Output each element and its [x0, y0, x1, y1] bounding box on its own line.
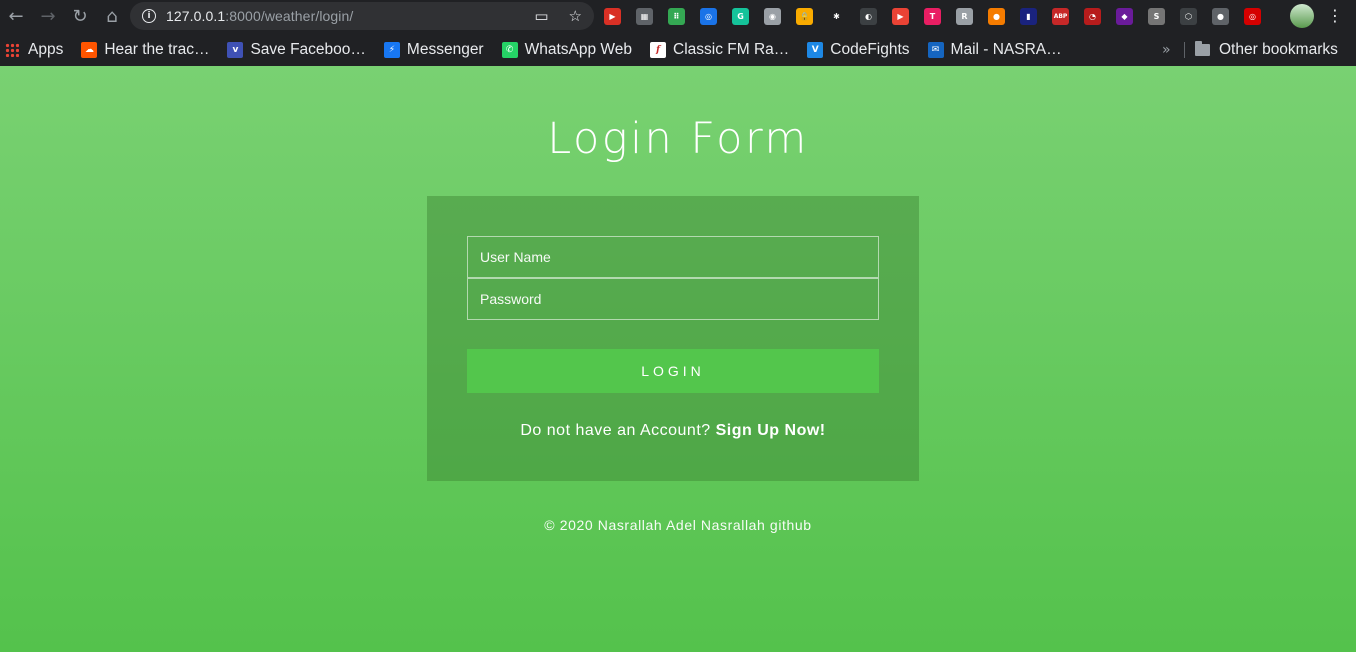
username-input[interactable] [467, 236, 879, 278]
home-button[interactable]: ⌂ [96, 2, 128, 32]
url-path: :8000/weather/login/ [225, 8, 354, 24]
page-content: Login Form LOGIN Do not have an Account?… [0, 66, 1356, 652]
whatsapp-icon: ✆ [501, 41, 518, 58]
page-title: Login Form [547, 114, 809, 164]
reload-button[interactable]: ↻ [64, 2, 96, 32]
browser-toolbar: ← → ↻ ⌂ i 127.0.0.1:8000/weather/login/ … [0, 0, 1356, 33]
password-input[interactable] [467, 278, 879, 320]
save-facebook-icon: v [227, 41, 244, 58]
ext-grammarly-icon[interactable]: G [732, 8, 749, 25]
bookmark-item[interactable]: ⚡ Messenger [383, 40, 484, 59]
browser-menu-icon[interactable]: ⋮ [1326, 5, 1344, 27]
ext-grey-puzzle-icon[interactable]: ▦ [636, 8, 653, 25]
url-text[interactable]: 127.0.0.1:8000/weather/login/ [166, 8, 353, 24]
ext-camera-icon[interactable]: ◉ [764, 8, 781, 25]
bookmark-label: Hear the trac… [104, 40, 210, 58]
bookmark-star-icon[interactable]: ☆ [569, 7, 582, 25]
back-button[interactable]: ← [0, 2, 32, 32]
codefights-icon: V [807, 41, 824, 58]
other-bookmarks-button[interactable]: Other bookmarks [1195, 33, 1338, 66]
reload-icon: ↻ [72, 6, 88, 27]
ext-contrast-icon[interactable]: ◐ [860, 8, 877, 25]
home-icon: ⌂ [106, 6, 118, 27]
ext-purple-icon[interactable]: ◆ [1116, 8, 1133, 25]
ext-s-icon[interactable]: S [1148, 8, 1165, 25]
ext-white-dot-icon[interactable]: ● [1212, 8, 1229, 25]
login-button[interactable]: LOGIN [467, 349, 879, 393]
bookmark-label: Messenger [406, 40, 484, 58]
ext-bars-icon[interactable]: ▮ [1020, 8, 1037, 25]
other-bookmarks-label: Other bookmarks [1219, 40, 1338, 58]
site-info-icon[interactable]: i [142, 9, 156, 23]
login-card: LOGIN Do not have an Account? Sign Up No… [427, 196, 919, 481]
ext-hex-icon[interactable]: ⬡ [1180, 8, 1197, 25]
apps-grid-icon [5, 42, 19, 57]
bookmark-label: WhatsApp Web [524, 40, 633, 58]
ext-green-dots-icon[interactable]: ⠿ [668, 8, 685, 25]
bookmark-item[interactable]: ✉ Mail - NASRA… [927, 40, 1062, 59]
bookmarks-bar: Apps ☁ Hear the trac… v Save Faceboo… ⚡ Messen… [0, 33, 1356, 66]
bookmark-label: Mail - NASRA… [950, 40, 1062, 58]
ext-pink-icon[interactable]: T [924, 8, 941, 25]
bookmarks-divider [1184, 42, 1185, 58]
bookmark-item[interactable]: v Save Faceboo… [227, 40, 366, 59]
extensions-bar: ▶ ▦ ⠿ ◎ G ◉ 🔒 ✱ ◐ ▶ T R ● ▮ ABP ◔ ◆ S ⬡ ● ◎ [604, 0, 1276, 33]
signup-link[interactable]: Sign Up Now! [716, 422, 826, 439]
bookmark-item[interactable]: ✆ WhatsApp Web [501, 40, 633, 59]
bookmark-item[interactable]: Apps [5, 41, 63, 59]
cast-icon[interactable]: ▭ [534, 7, 548, 25]
signup-prompt-text: Do not have an Account? [520, 422, 711, 439]
bookmark-item[interactable]: f Classic FM Ra… [650, 41, 789, 59]
ext-r-icon[interactable]: R [956, 8, 973, 25]
soundcloud-icon: ☁ [81, 41, 98, 58]
signup-prompt-line: Do not have an Account? Sign Up Now! [427, 422, 919, 440]
address-bar[interactable]: i 127.0.0.1:8000/weather/login/ ▭ ☆ [130, 2, 594, 30]
ext-lock-icon[interactable]: 🔒 [796, 8, 813, 25]
forward-button[interactable]: → [32, 2, 64, 32]
ext-compass-icon[interactable]: ◎ [700, 8, 717, 25]
ext-red-ring-icon[interactable]: ◎ [1244, 8, 1261, 25]
messenger-icon: ⚡ [383, 41, 400, 58]
ext-orange-icon[interactable]: ● [988, 8, 1005, 25]
folder-icon [1195, 40, 1210, 56]
bookmark-label: CodeFights [830, 40, 910, 58]
bookmark-list: Apps ☁ Hear the trac… v Save Faceboo… ⚡ Messen… [5, 41, 1080, 59]
back-arrow-icon: ← [8, 6, 24, 27]
profile-avatar[interactable] [1290, 4, 1314, 28]
bookmark-label: Classic FM Ra… [673, 40, 790, 58]
ext-paw-icon[interactable]: ✱ [828, 8, 845, 25]
bookmark-item[interactable]: ☁ Hear the trac… [81, 41, 209, 59]
bookmark-item[interactable]: V CodeFights [807, 40, 910, 59]
ext-youtube-icon[interactable]: ▶ [892, 8, 909, 25]
ext-abp-icon[interactable]: ABP [1052, 8, 1069, 25]
url-host: 127.0.0.1 [166, 8, 226, 24]
ext-red-circle-icon[interactable]: ◔ [1084, 8, 1101, 25]
ext-red-play-icon[interactable]: ▶ [604, 8, 621, 25]
bookmark-label: Save Faceboo… [250, 40, 366, 58]
bookmarks-overflow-icon[interactable]: » [1162, 33, 1171, 66]
mail-icon: ✉ [927, 41, 944, 58]
bookmark-label: Apps [28, 40, 64, 58]
classic-fm-icon: f [650, 41, 667, 58]
footer-copyright: © 2020 Nasrallah Adel Nasrallah github [544, 517, 812, 533]
forward-arrow-icon: → [40, 6, 56, 27]
